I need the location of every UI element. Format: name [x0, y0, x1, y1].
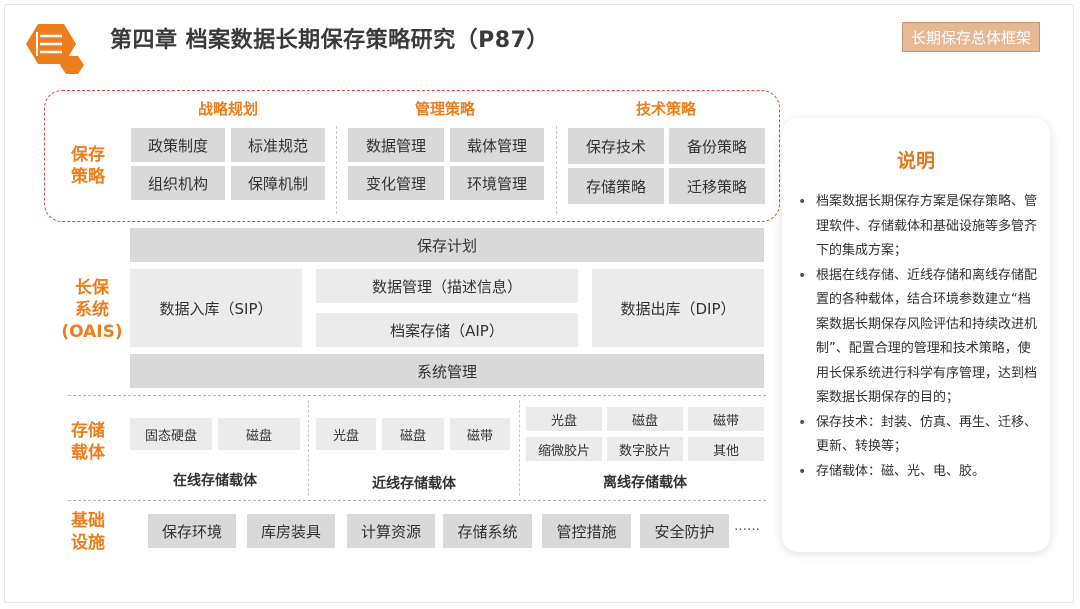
strategy-group-title: 管理策略 — [414, 100, 475, 118]
infrastructure-item: 管控措施 — [542, 514, 631, 548]
row-label-oais: 长保 系统 (OAIS) — [61, 278, 123, 342]
oais-preservation-plan: 保存计划 — [130, 228, 764, 262]
strategy-item: 标准规范 — [231, 128, 325, 162]
row-label-strategy: 保存 策略 — [71, 145, 105, 187]
explanation-bullet: • 根据在线存储、近线存储和离线存储配置的各种载体，结合环境参数建立“档案数据长期… — [798, 267, 1038, 406]
oais-dissemination: 数据出库（DIP） — [592, 269, 764, 347]
row-label-storage: 存储 载体 — [71, 421, 105, 463]
strategy-item: 数据管理 — [348, 128, 444, 162]
strategy-item: 政策制度 — [131, 128, 225, 162]
infrastructure-item: 存储系统 — [443, 514, 532, 548]
storage-medium: 磁带 — [688, 407, 764, 431]
group-divider — [556, 126, 557, 214]
storage-medium: 数字胶片 — [607, 437, 683, 461]
storage-medium: 磁带 — [450, 418, 510, 450]
explanation-bullet: • 保存技术：封装、仿真、再生、迁移、更新、转换等； — [798, 414, 1038, 455]
chapter-hexagon-logo — [26, 24, 84, 74]
oais-archival-storage: 档案存储（AIP） — [316, 313, 578, 347]
section-divider — [68, 395, 766, 396]
group-divider — [308, 400, 309, 496]
explanation-bullet: • 存储载体：磁、光、电、胶。 — [798, 463, 986, 480]
explanation-title: 说明 — [896, 150, 935, 172]
oais-ingest: 数据入库（SIP） — [130, 269, 302, 347]
section-divider — [68, 500, 766, 501]
infrastructure-item: 保存环境 — [148, 514, 236, 548]
storage-caption-nearline: 近线存储载体 — [372, 476, 456, 492]
storage-medium: 固态硬盘 — [130, 418, 212, 450]
explanation-bullet: • 档案数据长期保存方案是保存策略、管理软件、存储载体和基础设施等多管齐下的集成方… — [798, 194, 1038, 258]
strategy-item: 组织机构 — [131, 166, 225, 200]
oais-system-management: 系统管理 — [130, 354, 764, 388]
storage-medium: 磁盘 — [382, 418, 444, 450]
strategy-item: 环境管理 — [450, 166, 544, 200]
group-divider — [519, 400, 520, 496]
strategy-item: 备份策略 — [669, 128, 765, 164]
infrastructure-item: 计算资源 — [347, 514, 435, 548]
storage-medium: 缩微胶片 — [526, 437, 602, 461]
strategy-item: 保障机制 — [231, 166, 325, 200]
row-label-infrastructure: 基础 设施 — [71, 511, 105, 553]
oais-data-management: 数据管理（描述信息） — [316, 269, 578, 303]
storage-medium: 磁盘 — [607, 407, 683, 431]
infrastructure-more-ellipsis: …… — [734, 519, 760, 534]
strategy-group-title: 战略规划 — [197, 100, 258, 118]
strategy-item: 存储策略 — [568, 168, 664, 204]
infrastructure-item: 安全防护 — [640, 514, 729, 548]
strategy-group-title: 技术策略 — [635, 100, 696, 118]
storage-medium: 其他 — [688, 437, 764, 461]
strategy-item: 变化管理 — [348, 166, 444, 200]
storage-medium: 光盘 — [316, 418, 376, 450]
storage-caption-offline: 离线存储载体 — [603, 475, 687, 491]
group-divider — [336, 126, 337, 214]
strategy-item: 保存技术 — [568, 128, 664, 164]
infrastructure-item: 库房装具 — [247, 514, 335, 548]
storage-medium: 光盘 — [526, 407, 602, 431]
page-title: 第四章 档案数据长期保存策略研究（P87） — [110, 28, 549, 53]
explanation-list: • 档案数据长期保存方案是保存策略、管理软件、存储载体和基础设施等多管齐下的集成方… — [796, 190, 1042, 484]
strategy-item: 载体管理 — [450, 128, 544, 162]
storage-medium: 磁盘 — [218, 418, 300, 450]
explanation-panel: 说明 • 档案数据长期保存方案是保存策略、管理软件、存储载体和基础设施等多管齐下的… — [782, 118, 1050, 552]
section-tag-button[interactable]: 长期保存总体框架 — [902, 22, 1040, 52]
strategy-item: 迁移策略 — [669, 168, 765, 204]
storage-caption-online: 在线存储载体 — [173, 473, 257, 489]
